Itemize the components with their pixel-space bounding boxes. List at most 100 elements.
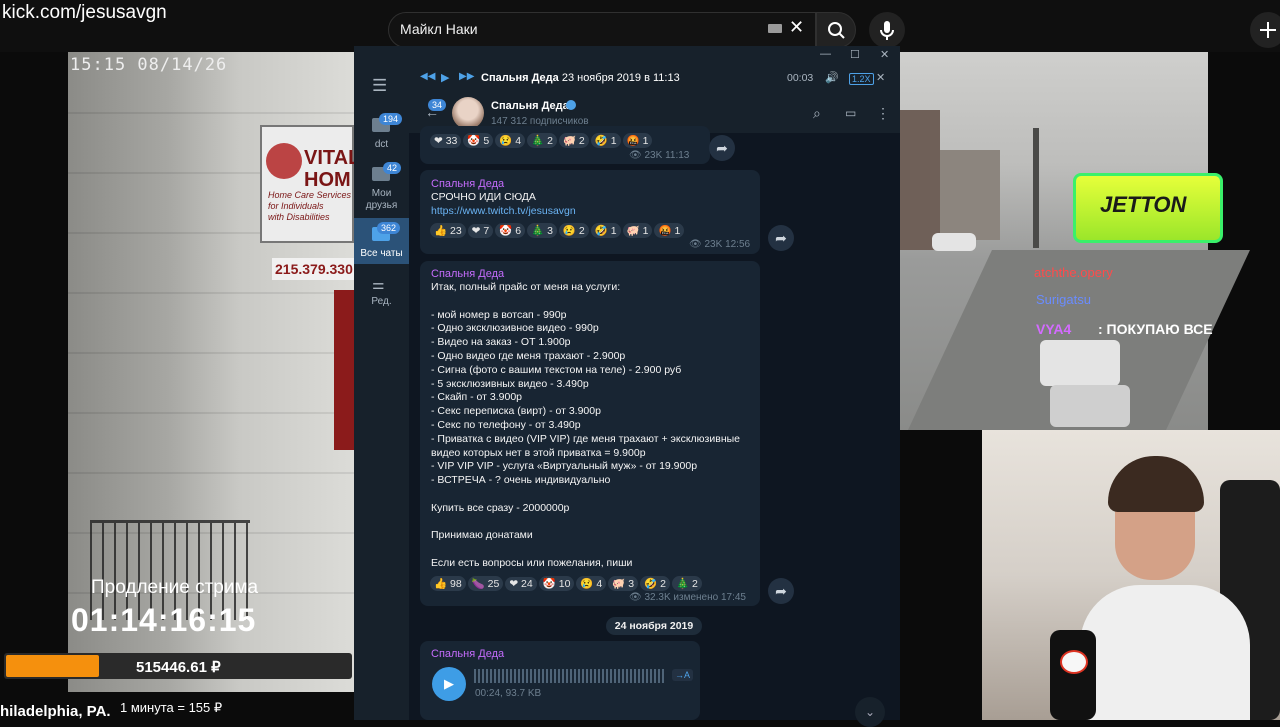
chat-username: atchthe.opery [1034, 265, 1113, 280]
mic-icon [880, 21, 894, 40]
search-chat-icon[interactable]: ⌕ [813, 105, 821, 122]
clear-icon[interactable]: ✕ [789, 17, 804, 38]
edit-folders-icon[interactable]: ⚌ [372, 276, 385, 293]
voice-duration: 00:24, 93.7 KB [475, 688, 542, 699]
reaction[interactable]: 🎄 3 [527, 223, 557, 238]
reactions-row: 👍 98 🍆 25 ❤ 24 🤡 10 😢 4 🐖 3 🤣 2 🎄 2 [430, 576, 704, 591]
car [1050, 385, 1130, 427]
message-author[interactable]: Спальня Деда [431, 178, 504, 190]
reaction[interactable]: 🎄 2 [527, 133, 557, 148]
prolongation-label: Продление стрима [91, 577, 259, 598]
forward-button[interactable]: ➦ [709, 135, 735, 161]
reaction[interactable]: 🤡 5 [463, 133, 494, 148]
sign-logo [266, 143, 302, 179]
player-track-date: 23 ноября 2019 в 11:13 [561, 72, 680, 84]
folder-badge: 362 [377, 222, 401, 234]
reaction[interactable]: ❤ 7 [467, 224, 494, 238]
play-icon[interactable]: ▶ [441, 71, 449, 84]
menu-icon[interactable]: ☰ [372, 76, 387, 96]
car [1040, 340, 1120, 386]
reaction[interactable]: 🤡 6 [495, 223, 526, 238]
search-button[interactable] [816, 12, 856, 48]
folder-label-friends[interactable]: Мои друзья [354, 188, 409, 212]
prev-track-icon[interactable]: ◀◀ [420, 71, 435, 82]
message-time: 11:13 [665, 150, 690, 161]
message-meta: 👁 23K 11:13 [629, 150, 690, 161]
volume-icon[interactable]: 🔊 [825, 71, 839, 84]
search-input-value[interactable]: Майкл Наки [400, 21, 478, 37]
minimize-icon[interactable]: — [820, 48, 831, 60]
location-label: hiladelphia, PA. [0, 703, 111, 720]
window-titlebar: — ☐ ✕ [354, 46, 900, 66]
channel-name[interactable]: Спальня Деда [491, 100, 569, 112]
close-player-icon[interactable]: ✕ [876, 71, 885, 84]
player-track: Спальня Деда 23 ноября 2019 в 11:13 [481, 72, 680, 84]
message-link[interactable]: https://www.twitch.tv/jesusavgn [431, 205, 576, 217]
reaction[interactable]: 😢 2 [558, 223, 589, 238]
reaction[interactable]: 🤣 1 [590, 223, 621, 238]
date-separator: 24 ноября 2019 [606, 617, 702, 635]
reaction[interactable]: 🤣 2 [640, 576, 670, 591]
reaction[interactable]: 🍆 25 [467, 576, 504, 591]
reaction[interactable]: 😢 4 [495, 133, 526, 148]
close-window-icon[interactable]: ✕ [880, 48, 889, 61]
reactions-row: ❤ 33 🤡 5 😢 4 🎄 2 🐖 2 🤣 1 🤬 1 [430, 133, 654, 148]
reaction[interactable]: ❤ 24 [505, 577, 537, 591]
plus-icon [1260, 22, 1276, 38]
views-count: 23K [644, 150, 663, 161]
sign-title: VITAL HOM [304, 147, 361, 191]
voice-waveform[interactable] [474, 669, 664, 683]
reaction[interactable]: 🐖 1 [622, 223, 653, 238]
building [900, 110, 940, 250]
scroll-down-button[interactable]: ⌄ [855, 697, 885, 727]
verified-icon [566, 100, 576, 110]
message-meta: 👁 23K 12:56 [689, 239, 751, 250]
folder-label-dct[interactable]: dct [354, 139, 409, 150]
unread-badge: 34 [428, 99, 447, 111]
stream-timer: 01:14:16:15 [71, 602, 257, 638]
message-text: Итак, полный прайс от меня на услуги: - … [431, 281, 741, 569]
chat-username: VYA4 [1036, 321, 1072, 337]
voice-search-button[interactable] [869, 12, 905, 48]
reaction[interactable]: 😢 4 [576, 576, 607, 591]
voice-play-button[interactable]: ▶ [432, 667, 466, 701]
next-track-icon[interactable]: ▶▶ [459, 71, 474, 82]
rate-label: 1 минута = 155 ₽ [120, 700, 223, 715]
page-url[interactable]: kick.com/jesusavgn [2, 2, 167, 24]
views-count: 32.3K [644, 592, 671, 603]
create-button[interactable] [1250, 12, 1280, 48]
player-time: 00:03 [787, 72, 814, 84]
message-time: 12:56 [725, 239, 751, 250]
reaction[interactable]: 👍 98 [430, 576, 466, 591]
more-options-icon[interactable]: ⋮ [876, 105, 890, 122]
reaction[interactable]: 🤬 1 [654, 223, 685, 238]
reaction[interactable]: 👍 23 [430, 223, 466, 238]
reaction[interactable]: 🤬 1 [622, 133, 653, 148]
reaction[interactable]: 🤡 10 [538, 576, 575, 591]
comments-icon[interactable]: ▭ [845, 106, 856, 120]
reaction[interactable]: 🐖 2 [558, 133, 589, 148]
donation-progress-fill [6, 655, 99, 677]
message-time: изменено 17:45 [673, 592, 746, 603]
transcribe-button[interactable]: →A [672, 669, 694, 681]
playback-speed-button[interactable]: 1.2X [849, 73, 874, 85]
folder-label-all-chats[interactable]: Все чаты [354, 248, 409, 259]
reactions-row: 👍 23 ❤ 7 🤡 6 🎄 3 😢 2 🤣 1 🐖 1 🤬 1 [430, 223, 686, 238]
reaction[interactable]: 🤣 1 [590, 133, 621, 148]
mic-logo [1060, 650, 1088, 674]
channel-avatar[interactable] [452, 97, 484, 129]
message-author[interactable]: Спальня Деда [431, 268, 504, 280]
microphone [1050, 630, 1096, 720]
forward-button[interactable]: ➦ [768, 578, 794, 604]
keyboard-icon[interactable] [768, 24, 782, 33]
reaction[interactable]: 🎄 2 [671, 576, 702, 591]
message-author[interactable]: Спальня Деда [431, 648, 504, 660]
folder-label-edit[interactable]: Ред. [354, 296, 409, 307]
search-icon [828, 22, 845, 39]
forward-button[interactable]: ➦ [768, 225, 794, 251]
car [932, 233, 976, 251]
reaction[interactable]: ❤ 33 [430, 134, 462, 148]
maximize-icon[interactable]: ☐ [850, 48, 860, 61]
reaction[interactable]: 🐖 3 [608, 576, 639, 591]
telegram-sidebar [354, 66, 409, 720]
